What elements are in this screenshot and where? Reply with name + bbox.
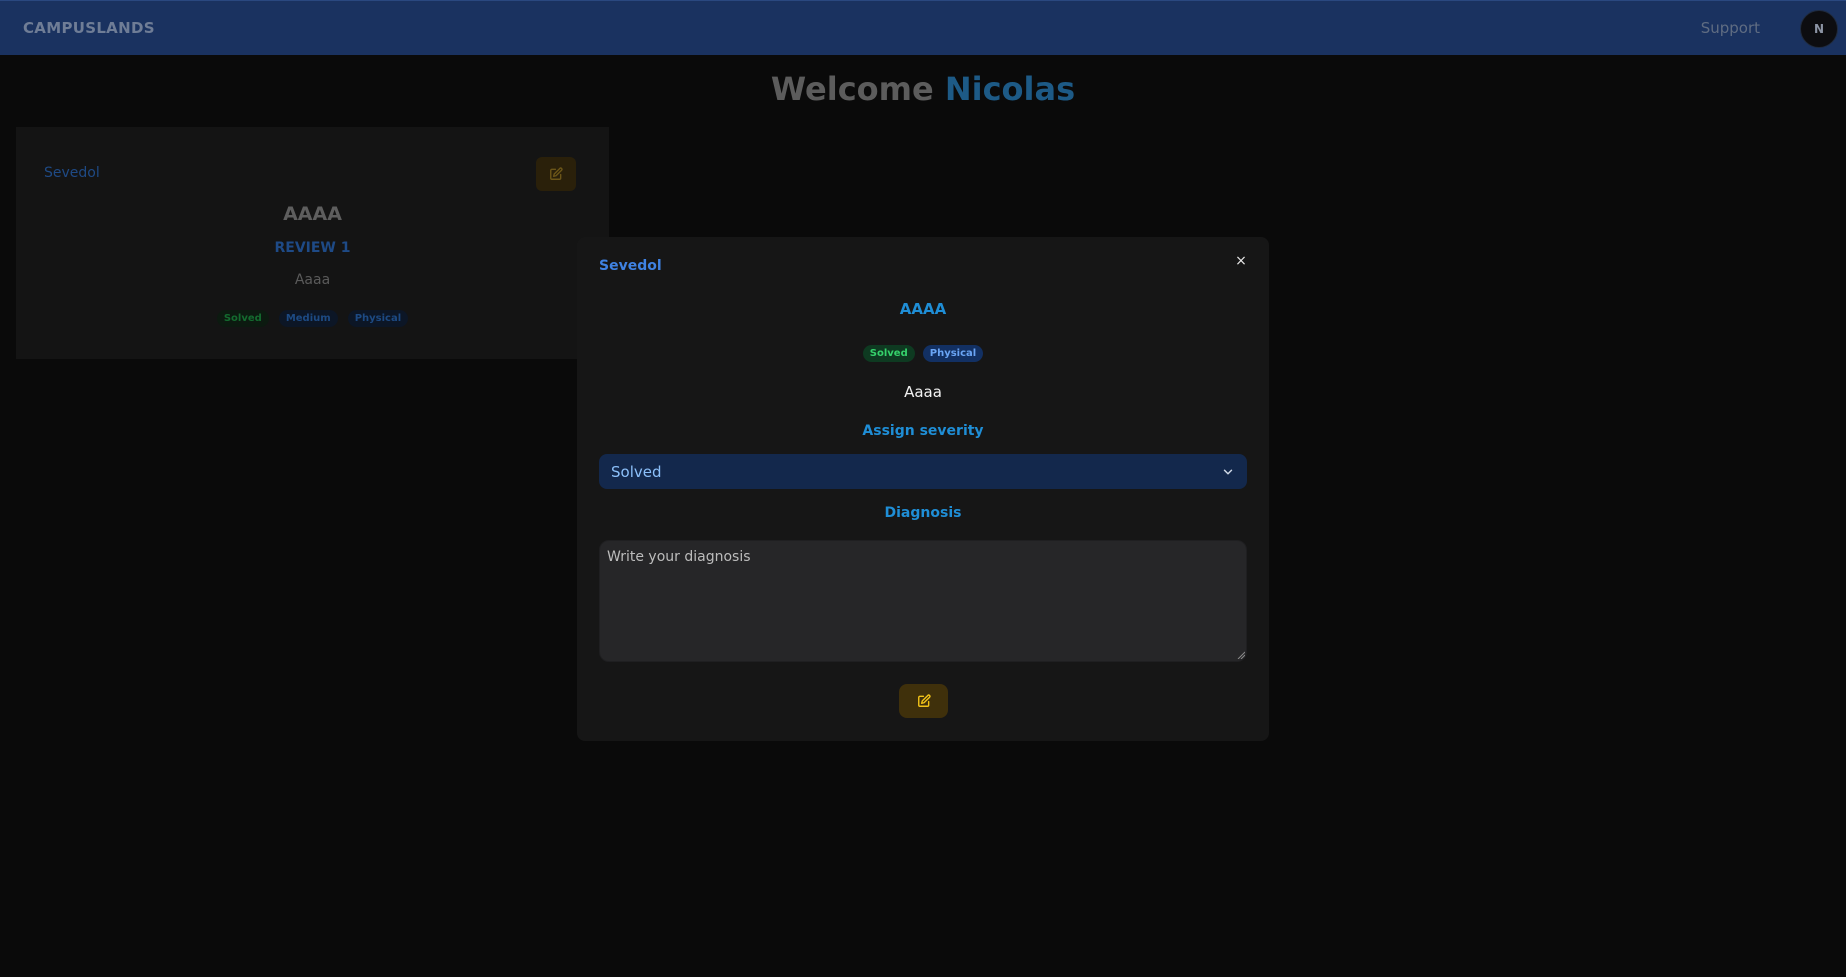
welcome-user-name: Nicolas (944, 70, 1076, 108)
avatar[interactable]: N (1800, 10, 1838, 48)
card-edit-button[interactable] (536, 157, 576, 191)
edit-icon (917, 694, 931, 707)
close-button[interactable]: × (1234, 254, 1248, 268)
modal-tags: Solved Physical (577, 345, 1269, 362)
diagnosis-field[interactable] (599, 540, 1247, 662)
resize-grip-icon[interactable] (1237, 651, 1245, 659)
save-diagnosis-button[interactable] (899, 684, 948, 718)
chevron-down-icon (1221, 465, 1235, 479)
assign-severity-label: Assign severity (862, 423, 984, 439)
modal-description: Aaaa (904, 383, 942, 401)
card-tags: Solved Medium Physical (16, 310, 609, 327)
severity-select-value: Solved (611, 462, 662, 481)
card-description: Aaaa (294, 272, 331, 288)
welcome-prefix: Welcome (770, 70, 934, 108)
modal-user-name: Sevedol (599, 258, 662, 274)
card-title: AAAA (283, 203, 342, 225)
modal-title: AAAA (899, 300, 947, 318)
diagnosis-label: Diagnosis (884, 505, 962, 521)
review-card: Sevedol AAAA REVIEW 1 Aaaa Solved Medium… (16, 127, 609, 359)
card-review-label: REVIEW 1 (274, 240, 351, 256)
edit-icon (550, 167, 563, 180)
severity-badge: Medium (278, 310, 338, 327)
card-user-name: Sevedol (44, 165, 100, 181)
category-badge: Physical (347, 310, 409, 327)
page-title: Welcome Nicolas (0, 70, 1846, 108)
category-badge: Physical (922, 345, 984, 362)
page: CAMPUSLANDS Support N Welcome Nicolas Se… (0, 0, 1846, 977)
status-badge: Solved (862, 345, 915, 362)
support-link[interactable]: Support (1701, 19, 1760, 37)
navbar: CAMPUSLANDS Support N (0, 0, 1846, 55)
severity-select[interactable]: Solved (599, 454, 1247, 489)
brand-logo-text[interactable]: CAMPUSLANDS (23, 19, 155, 37)
status-badge: Solved (216, 310, 269, 327)
review-modal: Sevedol × AAAA Solved Physical Aaaa Assi… (577, 237, 1269, 741)
